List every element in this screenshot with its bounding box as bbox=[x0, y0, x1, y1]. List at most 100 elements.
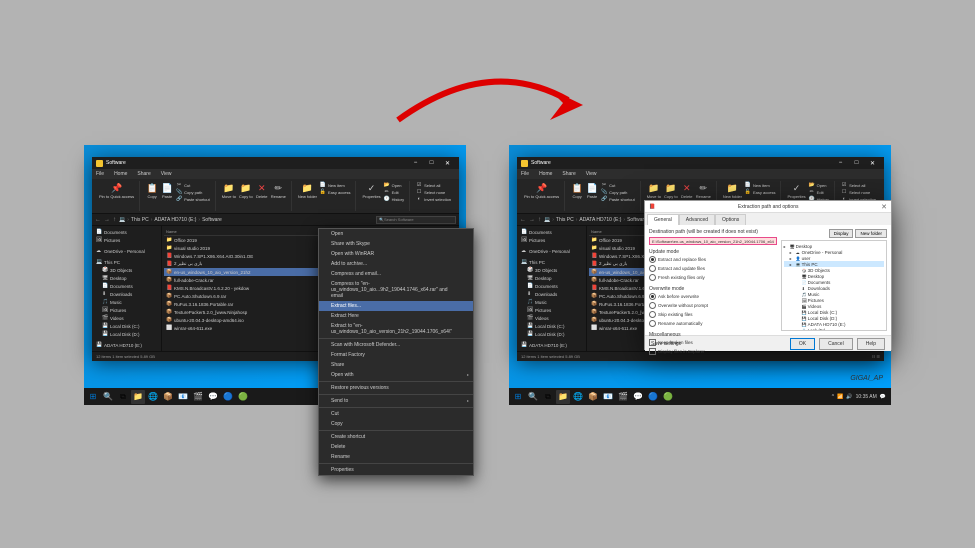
forward-button[interactable]: → bbox=[104, 217, 110, 223]
sidebar-item[interactable]: 🎲3D Objects bbox=[94, 266, 159, 274]
cut-button[interactable]: ✂Cut bbox=[176, 182, 210, 188]
newfolder-button[interactable]: 📁New folder bbox=[723, 182, 742, 199]
start-button[interactable]: ⊞ bbox=[86, 390, 100, 404]
ctx-formatfactory[interactable]: Format Factory bbox=[319, 350, 473, 360]
sidebar-item[interactable]: 🖥Desktop bbox=[94, 274, 159, 282]
sidebar-item[interactable]: 🎬Videos bbox=[94, 314, 159, 322]
radio-fresh-existing[interactable]: Fresh existing files only bbox=[649, 273, 777, 282]
menu-home[interactable]: Home bbox=[539, 171, 552, 177]
invertselection-button[interactable]: ◐Invert selection bbox=[416, 196, 451, 202]
app-icon[interactable]: 📧 bbox=[601, 390, 615, 404]
ctx-share[interactable]: Share bbox=[319, 360, 473, 370]
search-input[interactable]: 🔍 Search Software bbox=[376, 216, 456, 224]
sidebar-item[interactable]: ☁OneDrive - Personal bbox=[94, 247, 159, 255]
newitem-button[interactable]: 📄New item bbox=[320, 182, 350, 188]
pasteshortcut-button[interactable]: 🔗Paste shortcut bbox=[176, 196, 210, 202]
ctx-shortcut[interactable]: Create shortcut bbox=[319, 432, 473, 442]
history-button[interactable]: 🕐History bbox=[384, 196, 404, 202]
selectnone-button[interactable]: ☐Select none bbox=[416, 189, 451, 195]
selectall-button[interactable]: ☑Select all bbox=[841, 182, 876, 188]
properties-button[interactable]: ✓Properties bbox=[362, 182, 380, 202]
up-button[interactable]: ↑ bbox=[113, 217, 116, 223]
ctx-cut[interactable]: Cut bbox=[319, 409, 473, 419]
sidebar-item[interactable]: 💻This PC bbox=[94, 258, 159, 266]
sidebar-item[interactable]: 💾Local Disk (C:) bbox=[519, 322, 584, 330]
sidebar-item[interactable]: 🖼Pictures bbox=[94, 236, 159, 244]
properties-button[interactable]: ✓Properties bbox=[787, 182, 805, 202]
ctx-extract-to[interactable]: Extract to "en-us_windows_10_aio_version… bbox=[319, 321, 473, 337]
start-button[interactable]: ⊞ bbox=[511, 390, 525, 404]
ctx-rename[interactable]: Rename bbox=[319, 452, 473, 462]
app-icon[interactable]: 📧 bbox=[176, 390, 190, 404]
radio-rename[interactable]: Rename automatically bbox=[649, 319, 777, 328]
sidebar-item[interactable]: 🎬Videos bbox=[519, 314, 584, 322]
ctx-extract-here[interactable]: Extract Here bbox=[319, 311, 473, 321]
easyaccess-button[interactable]: 🔓Easy access bbox=[745, 189, 775, 195]
check-display-explorer[interactable]: Display files in Explorer bbox=[649, 347, 777, 356]
pin-button[interactable]: 📌Pin to Quick access bbox=[99, 182, 134, 199]
menu-file[interactable]: File bbox=[521, 171, 529, 177]
cancel-button[interactable]: Cancel bbox=[819, 338, 853, 350]
tree-item[interactable]: 🔒Lock (F:) bbox=[784, 327, 884, 331]
app-icon[interactable]: 📦 bbox=[586, 390, 600, 404]
paste-button[interactable]: 📄Paste bbox=[161, 182, 173, 202]
ok-button[interactable]: OK bbox=[790, 338, 815, 350]
radio-ask[interactable]: Ask before overwrite bbox=[649, 292, 777, 301]
copyto-button[interactable]: 📁Copy to bbox=[239, 182, 253, 199]
sidebar-item[interactable]: 💾Local Disk (D:) bbox=[94, 330, 159, 338]
column-name[interactable]: Name bbox=[166, 229, 325, 234]
rename-button[interactable]: ✏Rename bbox=[271, 182, 286, 199]
copypath-button[interactable]: 📎Copy path bbox=[601, 189, 635, 195]
close-button[interactable]: ✕ bbox=[865, 158, 880, 168]
ctx-open-winrar[interactable]: Open with WinRAR bbox=[319, 249, 473, 259]
app-icon[interactable]: 🎬 bbox=[191, 390, 205, 404]
newfolder-button[interactable]: 📁New folder bbox=[298, 182, 317, 199]
radio-extract-replace[interactable]: Extract and replace files bbox=[649, 255, 777, 264]
ctx-extract-files[interactable]: Extract files... bbox=[319, 301, 473, 311]
radio-extract-update[interactable]: Extract and update files bbox=[649, 264, 777, 273]
wifi-icon[interactable]: 📶 bbox=[837, 394, 843, 400]
newfolder-button[interactable]: New folder bbox=[855, 229, 887, 238]
breadcrumb[interactable]: 💻› This PC› ADATA HD710 (E:)› Software bbox=[119, 217, 373, 223]
paste-button[interactable]: 📄Paste bbox=[586, 182, 598, 202]
radio-skip[interactable]: Skip existing files bbox=[649, 310, 777, 319]
copy-button[interactable]: 📋Copy bbox=[146, 182, 158, 202]
open-button[interactable]: 📂Open bbox=[384, 182, 404, 188]
volume-icon[interactable]: 🔊 bbox=[846, 394, 852, 400]
sidebar-item[interactable]: ⬇Downloads bbox=[94, 290, 159, 298]
sidebar-item[interactable]: 💾ADATA HD710 (E:) bbox=[519, 341, 584, 349]
sidebar-item[interactable]: 📄Documents bbox=[519, 228, 584, 236]
moveto-button[interactable]: 📁Move to bbox=[647, 182, 661, 199]
close-button[interactable]: ✕ bbox=[440, 158, 455, 168]
ctx-properties[interactable]: Properties bbox=[319, 465, 473, 475]
ctx-compress-email[interactable]: Compress and email... bbox=[319, 269, 473, 279]
tray-icon[interactable]: ^ bbox=[832, 394, 834, 400]
sidebar-item[interactable]: 🎵Music bbox=[519, 298, 584, 306]
sidebar-item[interactable]: 🎲3D Objects bbox=[519, 266, 584, 274]
dialog-close-button[interactable]: ✕ bbox=[881, 203, 887, 211]
ctx-scan[interactable]: Scan with Microsoft Defender... bbox=[319, 340, 473, 350]
sidebar-item[interactable]: 🖼Pictures bbox=[519, 306, 584, 314]
sidebar-item[interactable]: 🖼Pictures bbox=[519, 236, 584, 244]
pasteshortcut-button[interactable]: 🔗Paste shortcut bbox=[601, 196, 635, 202]
folder-tree[interactable]: ▸🖥Desktop▸☁OneDrive - Personal▸👤user▸💻Th… bbox=[781, 240, 887, 331]
edit-button[interactable]: ✏Edit bbox=[384, 189, 404, 195]
titlebar[interactable]: Software − □ ✕ bbox=[517, 157, 884, 169]
minimize-button[interactable]: − bbox=[833, 158, 848, 168]
menu-view[interactable]: View bbox=[161, 171, 172, 177]
destination-input[interactable] bbox=[649, 237, 777, 245]
dialog-titlebar[interactable]: 📕 Extraction path and options ✕ bbox=[645, 201, 891, 213]
search-icon[interactable]: 🔍 bbox=[101, 390, 115, 404]
open-button[interactable]: 📂Open bbox=[809, 182, 829, 188]
app-icon[interactable]: 🔵 bbox=[646, 390, 660, 404]
selectnone-button[interactable]: ☐Select none bbox=[841, 189, 876, 195]
clock[interactable]: 10:35 AM bbox=[856, 394, 877, 400]
edge-icon[interactable]: 🌐 bbox=[571, 390, 585, 404]
back-button[interactable]: ← bbox=[520, 217, 526, 223]
tab-general[interactable]: General bbox=[647, 214, 679, 225]
sidebar-item[interactable]: 💾Local Disk (C:) bbox=[94, 322, 159, 330]
ctx-restore[interactable]: Restore previous versions bbox=[319, 383, 473, 393]
app-icon[interactable]: 📦 bbox=[161, 390, 175, 404]
minimize-button[interactable]: − bbox=[408, 158, 423, 168]
ctx-open[interactable]: Open bbox=[319, 229, 473, 239]
